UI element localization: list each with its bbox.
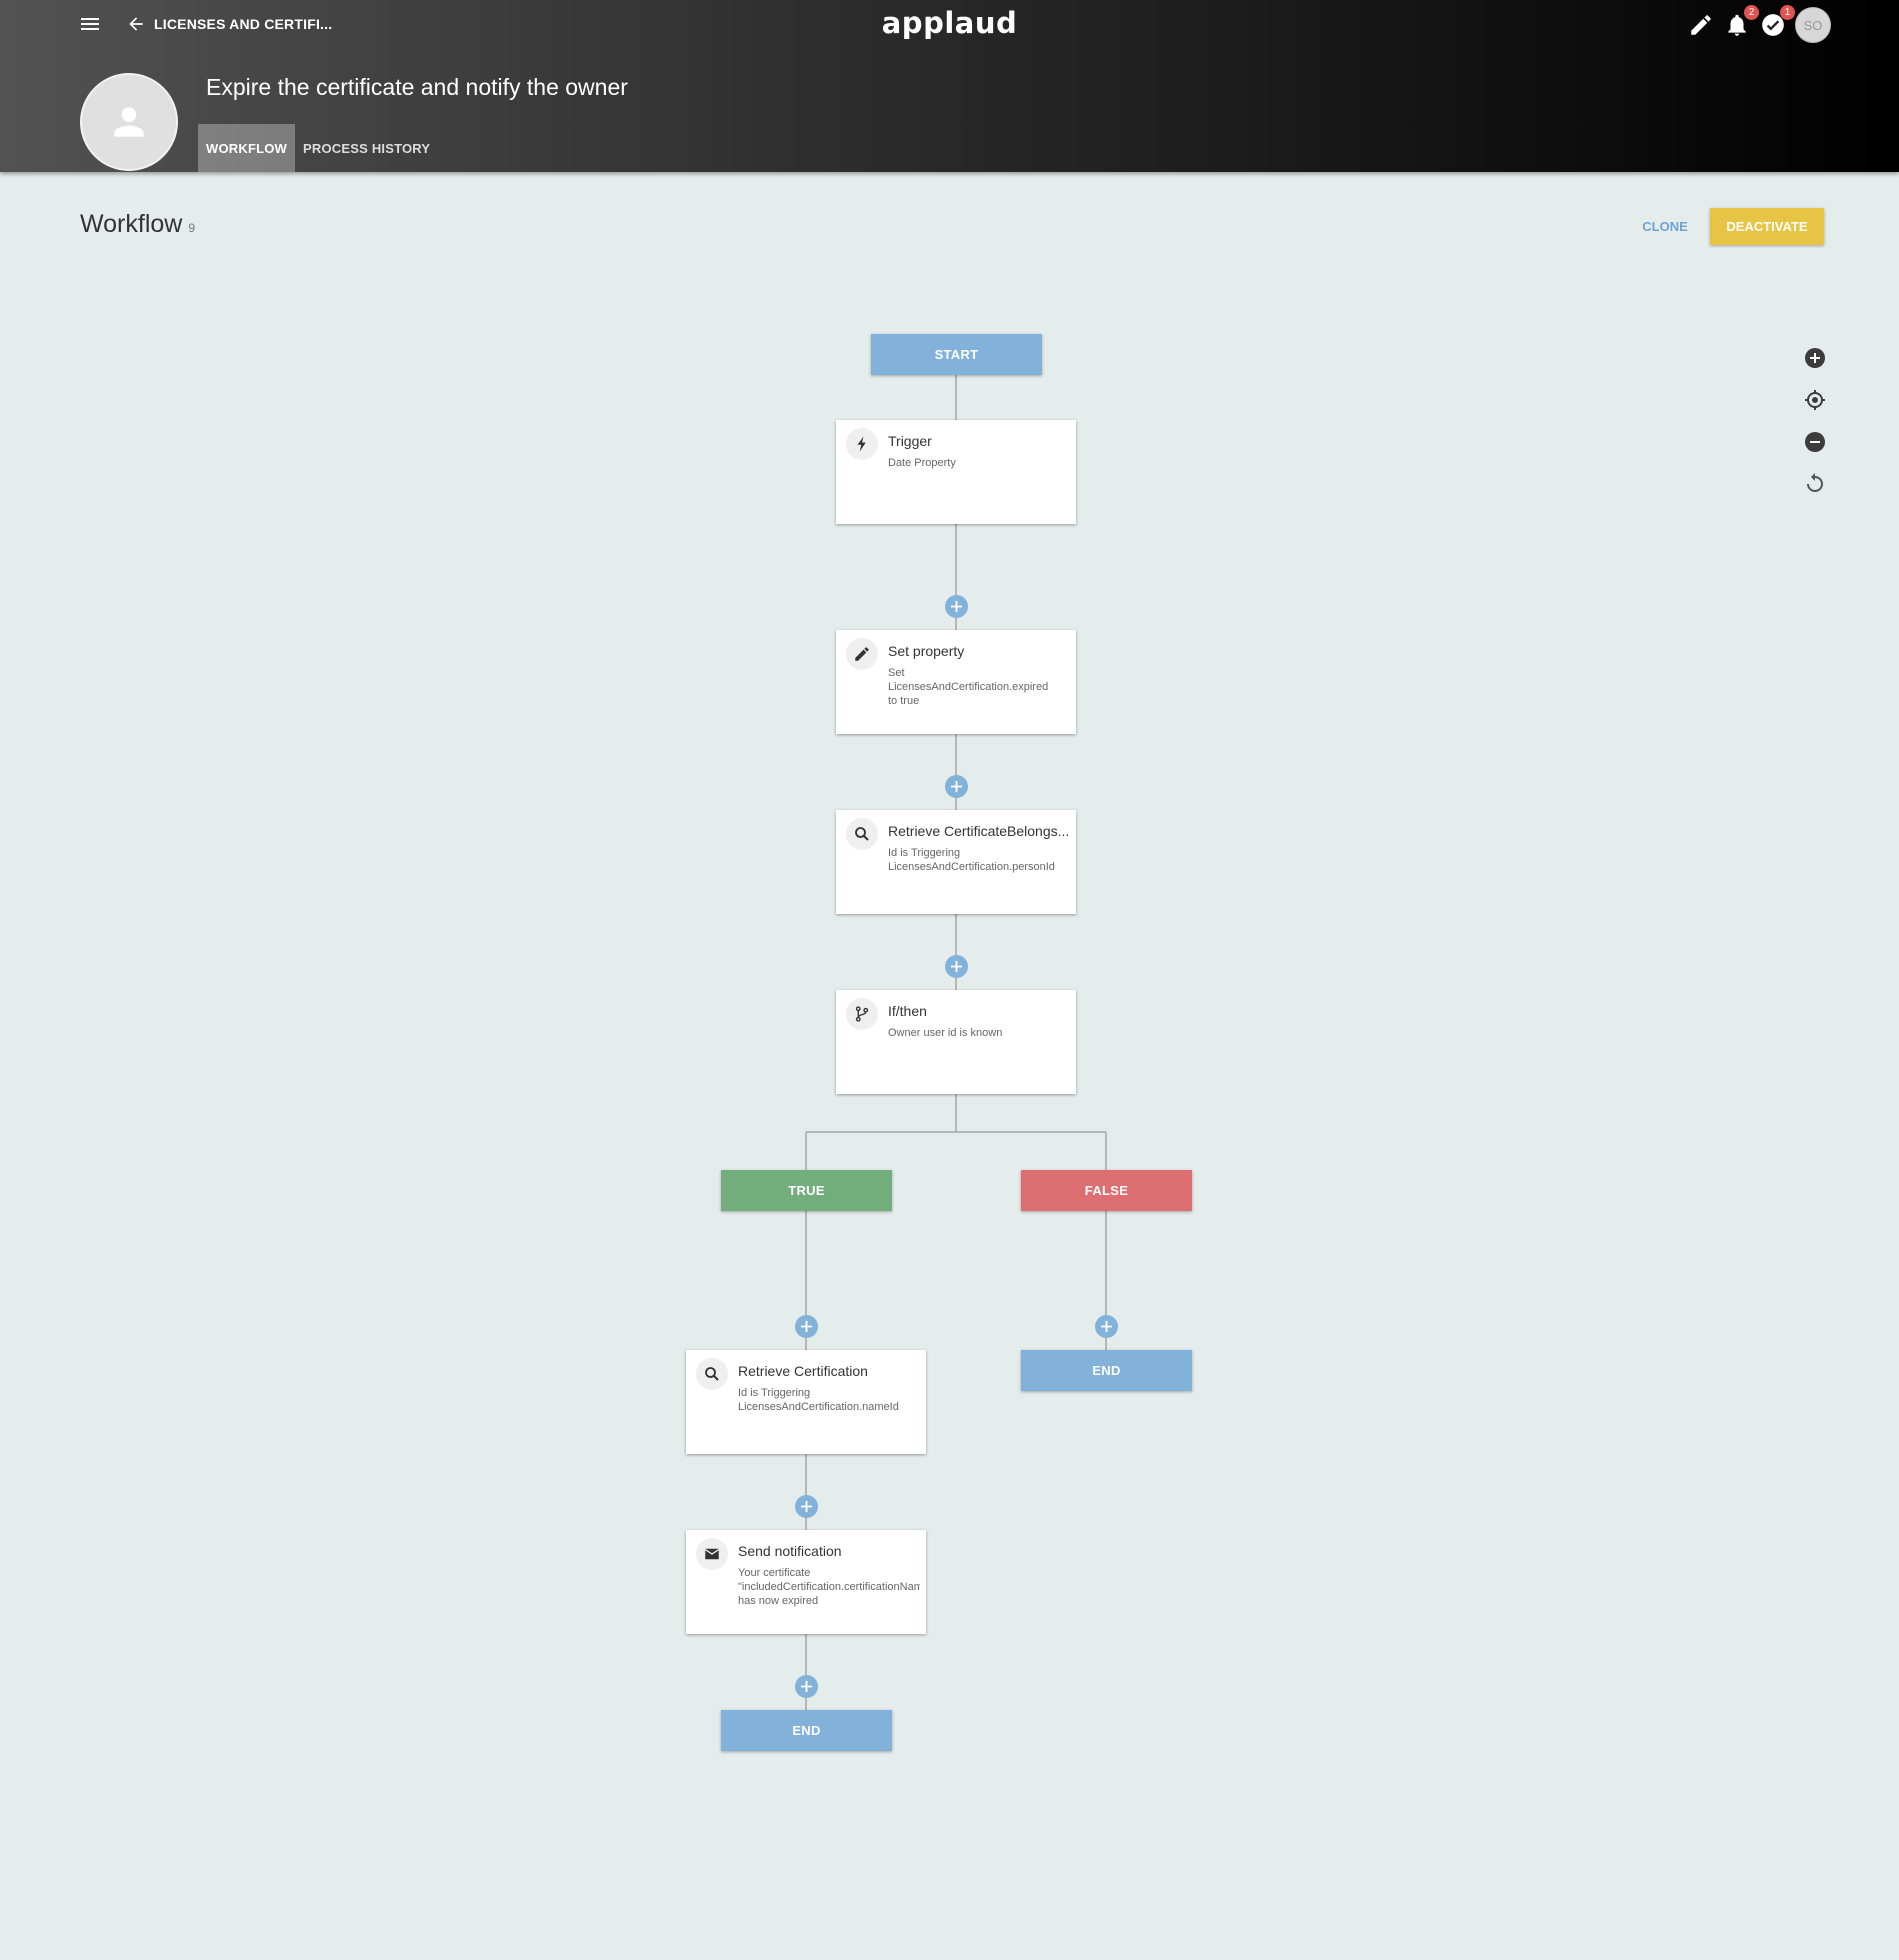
branch-icon xyxy=(846,998,878,1030)
if-then-card[interactable]: If/then Owner user id is known xyxy=(836,990,1076,1094)
retrieve-certification-desc-line: Id is Triggering xyxy=(738,1387,811,1399)
app-header: LICENSES AND CERTIFI... applaud 2 1 SO E… xyxy=(0,0,1899,172)
retrieve-belongs-desc-line: LicensesAndCertification.personId xyxy=(888,861,1055,873)
set-property-desc: Set LicensesAndCertification.expired to … xyxy=(888,666,1070,708)
send-notification-desc-line: Your certificate xyxy=(738,1567,811,1579)
section-title-text: Workflow xyxy=(80,210,183,238)
workflow-canvas: START Trigger Date Property Set property… xyxy=(0,0,1899,1960)
if-then-desc-line: Owner user id is known xyxy=(888,1027,1003,1039)
if-then-title: If/then xyxy=(888,1003,927,1019)
end-node-true[interactable]: END xyxy=(721,1710,892,1751)
add-step-button[interactable] xyxy=(945,595,968,618)
retrieve-belongs-card[interactable]: Retrieve CertificateBelongs... Id is Tri… xyxy=(836,810,1076,914)
set-property-card[interactable]: Set property Set LicensesAndCertificatio… xyxy=(836,630,1076,734)
back-link-label: LICENSES AND CERTIFI... xyxy=(154,16,333,32)
set-property-title: Set property xyxy=(888,643,965,659)
user-avatar[interactable]: SO xyxy=(1795,7,1831,43)
send-notification-desc-line: "includedCertification.certificationName… xyxy=(738,1581,920,1593)
add-step-button[interactable] xyxy=(1095,1315,1118,1338)
deactivate-button[interactable]: DEACTIVATE xyxy=(1710,208,1824,245)
arrow-back-icon xyxy=(129,17,143,31)
tab-process-history[interactable]: PROCESS HISTORY xyxy=(295,124,438,172)
if-then-desc: Owner user id is known xyxy=(888,1026,1070,1040)
tab-bar: WORKFLOW PROCESS HISTORY xyxy=(198,124,438,172)
trigger-card[interactable]: Trigger Date Property xyxy=(836,420,1076,524)
add-step-button[interactable] xyxy=(945,775,968,798)
retrieve-belongs-title: Retrieve CertificateBelongs... xyxy=(888,823,1070,839)
send-notification-desc: Your certificate "includedCertification.… xyxy=(738,1566,920,1608)
retrieve-belongs-desc: Id is Triggering LicensesAndCertificatio… xyxy=(888,846,1070,874)
trigger-desc: Date Property xyxy=(888,456,1070,470)
page-title: Expire the certificate and notify the ow… xyxy=(206,74,628,100)
retrieve-belongs-desc-line: Id is Triggering xyxy=(888,847,961,859)
notifications-bell-icon[interactable]: 2 xyxy=(1724,5,1759,38)
retrieve-certification-desc-line: LicensesAndCertification.nameId xyxy=(738,1401,899,1413)
back-link[interactable]: LICENSES AND CERTIFI... xyxy=(126,10,332,38)
zoom-in-icon[interactable] xyxy=(1803,346,1827,370)
true-branch[interactable]: TRUE xyxy=(721,1170,892,1211)
add-step-button[interactable] xyxy=(795,1495,818,1518)
plus-icon xyxy=(800,1680,813,1693)
person-icon xyxy=(114,107,144,137)
recenter-icon[interactable] xyxy=(1803,388,1827,412)
entity-avatar xyxy=(80,73,178,171)
lightning-icon xyxy=(846,428,878,460)
notifications-badge: 2 xyxy=(1744,5,1759,20)
send-notification-card[interactable]: Send notification Your certificate "incl… xyxy=(686,1530,926,1634)
trigger-desc-line: Date Property xyxy=(888,457,956,469)
send-notification-title: Send notification xyxy=(738,1543,842,1559)
retrieve-certification-card[interactable]: Retrieve Certification Id is Triggering … xyxy=(686,1350,926,1454)
tab-workflow[interactable]: WORKFLOW xyxy=(198,124,296,172)
plus-icon xyxy=(800,1500,813,1513)
search-icon xyxy=(846,818,878,850)
set-property-desc-line: to true xyxy=(888,695,920,707)
clone-button[interactable]: CLONE xyxy=(1630,208,1700,244)
zoom-out-icon[interactable] xyxy=(1803,430,1827,454)
brand-logo-text: applaud xyxy=(881,6,1018,40)
retrieve-certification-title: Retrieve Certification xyxy=(738,1363,868,1379)
workflow-connectors xyxy=(805,375,1107,1710)
search-icon xyxy=(696,1358,728,1390)
edit-pencil-icon[interactable] xyxy=(1688,12,1714,38)
plus-icon xyxy=(1100,1320,1113,1333)
end-node-false[interactable]: END xyxy=(1021,1350,1192,1391)
add-step-button[interactable] xyxy=(945,955,968,978)
plus-icon xyxy=(950,780,963,793)
tasks-check-icon[interactable]: 1 xyxy=(1760,5,1795,38)
plus-icon xyxy=(800,1320,813,1333)
add-step-button[interactable] xyxy=(795,1675,818,1698)
pencil-icon xyxy=(846,638,878,670)
plus-icon xyxy=(950,960,963,973)
envelope-icon xyxy=(696,1538,728,1570)
plus-icon xyxy=(950,600,963,613)
tasks-badge: 1 xyxy=(1780,5,1795,20)
trigger-title: Trigger xyxy=(888,433,932,449)
section-count: 9 xyxy=(188,221,196,235)
retrieve-certification-desc: Id is Triggering LicensesAndCertificatio… xyxy=(738,1386,920,1414)
false-branch[interactable]: FALSE xyxy=(1021,1170,1192,1211)
set-property-desc-line: LicensesAndCertification.expired xyxy=(888,681,1049,693)
send-notification-desc-line: has now expired xyxy=(738,1595,819,1607)
reset-icon[interactable] xyxy=(1803,471,1827,495)
add-step-button[interactable] xyxy=(795,1315,818,1338)
start-node[interactable]: START xyxy=(871,334,1042,375)
section-title: Workflow 9 xyxy=(80,210,195,239)
menu-icon[interactable] xyxy=(78,12,102,36)
set-property-desc-line: Set xyxy=(888,667,905,679)
